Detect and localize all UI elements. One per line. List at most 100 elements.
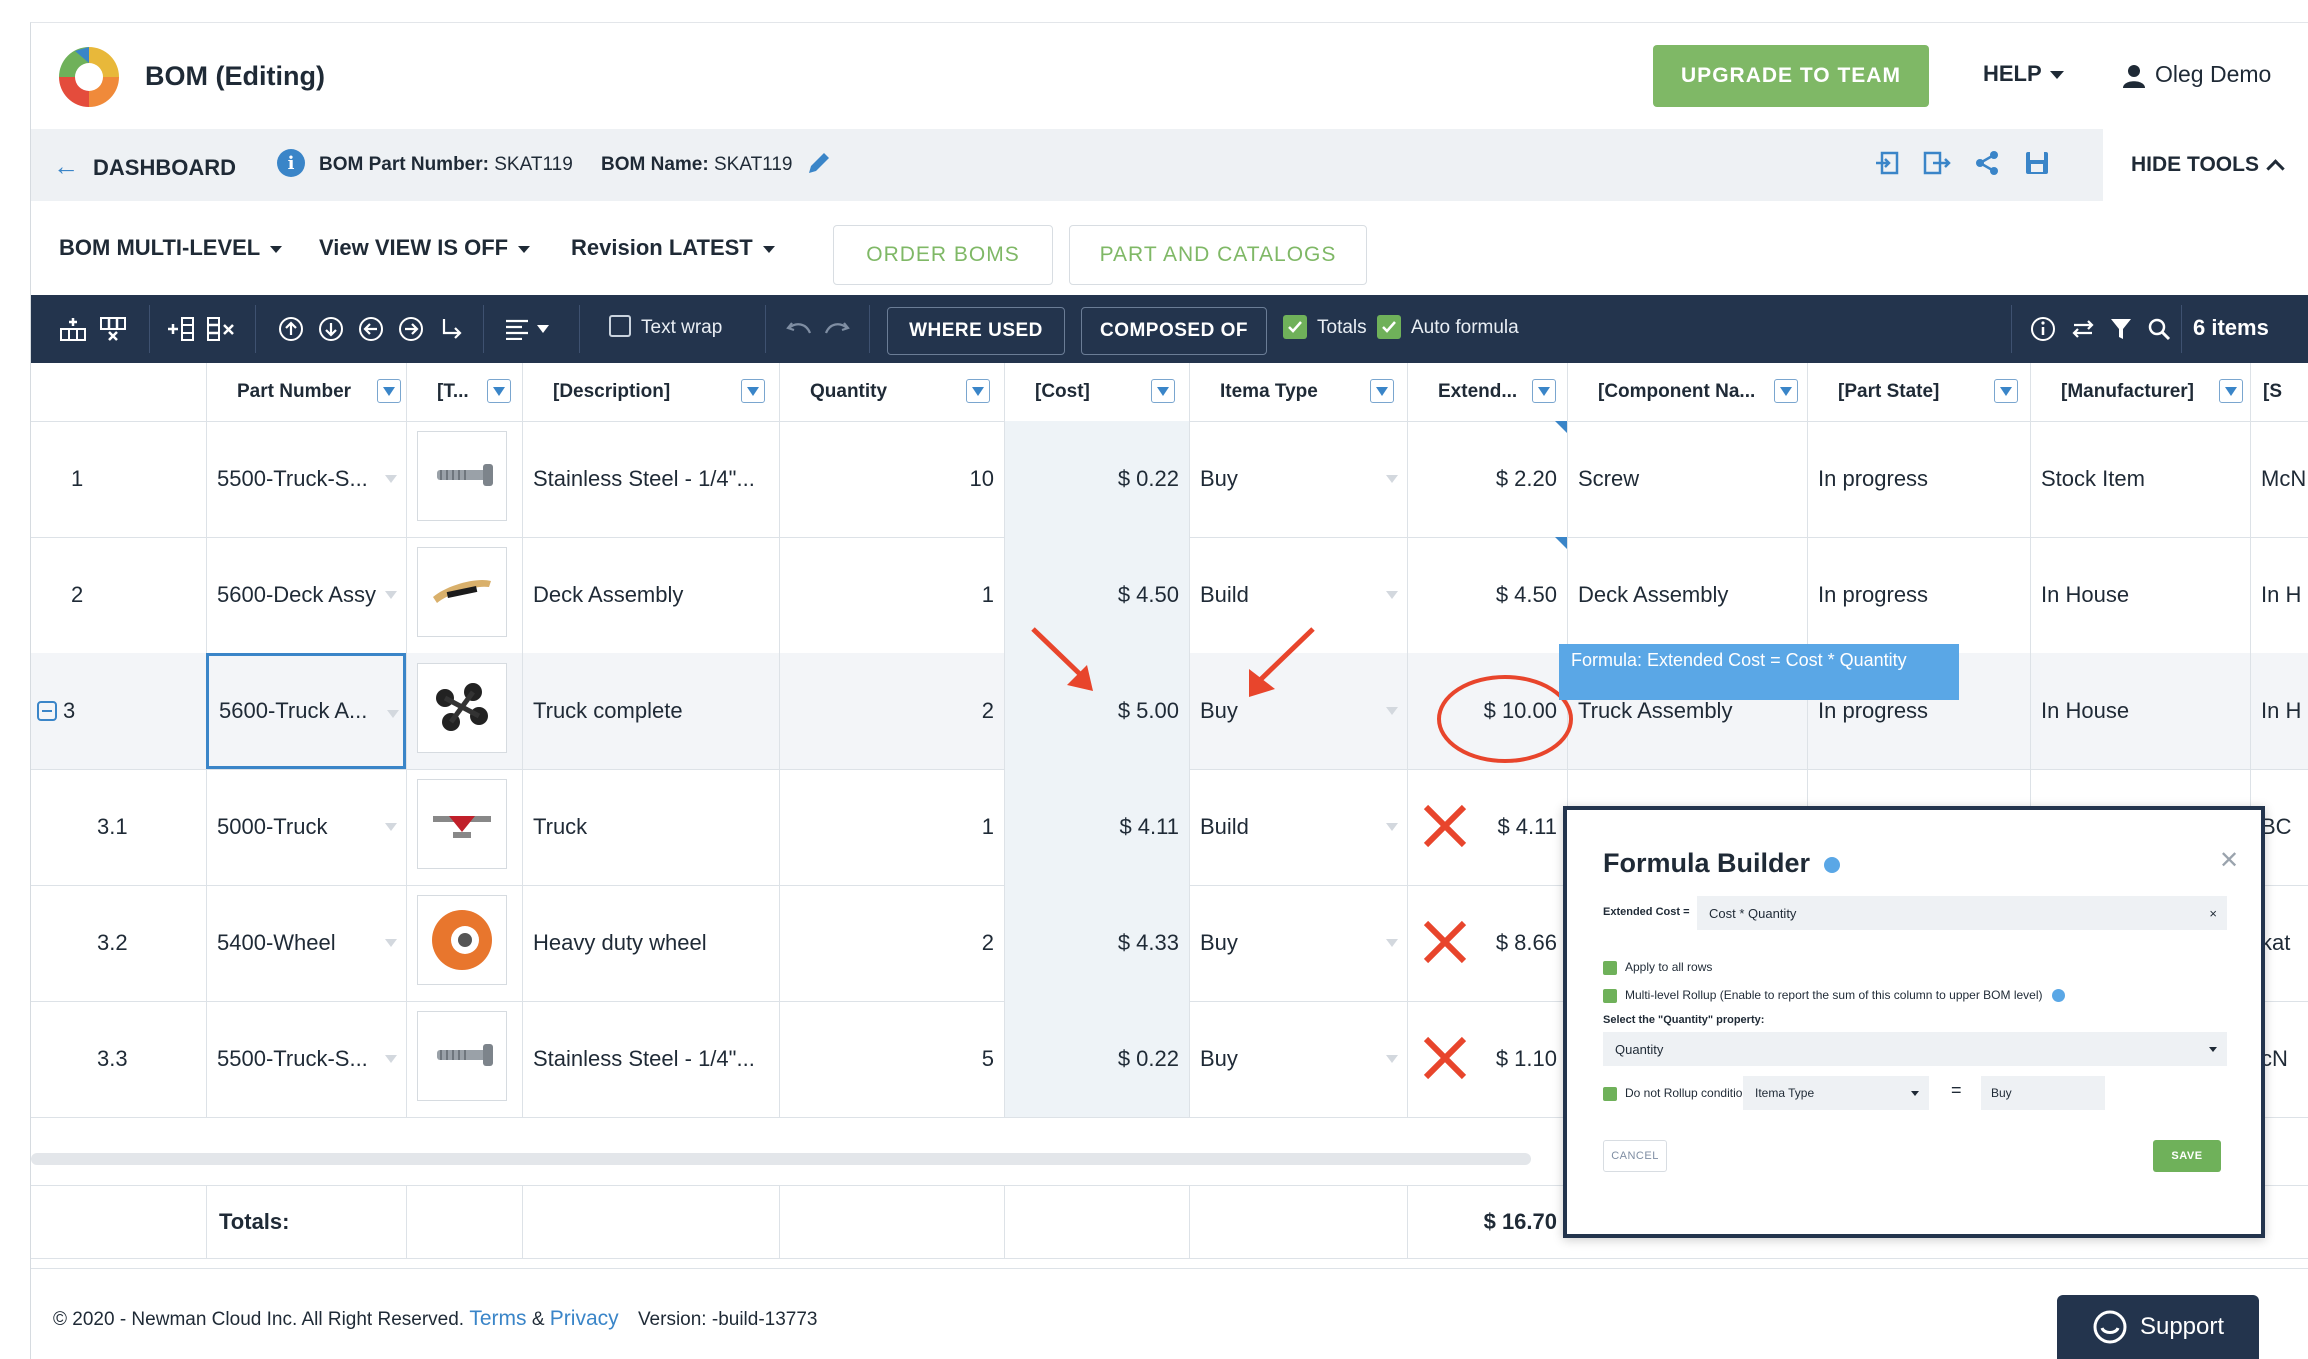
collapse-icon[interactable] [37,701,57,721]
move-down-icon[interactable] [315,313,347,345]
extended-cost-cell[interactable]: $ 2.20 [1407,421,1567,537]
where-used-button[interactable]: WHERE USED [887,307,1065,355]
info-icon[interactable]: i [277,149,305,177]
extended-cost-cell[interactable]: $ 4.50 [1407,537,1567,653]
description-cell[interactable]: Truck [522,769,779,885]
auto-formula-checkbox[interactable] [1377,315,1401,339]
part-catalogs-button[interactable]: PART AND CATALOGS [1069,225,1367,285]
terms-link[interactable]: Terms [469,1307,526,1330]
no-rollup-option[interactable]: Do not Rollup condition [1603,1086,1749,1101]
col-s[interactable]: [S [2250,363,2308,421]
indent-icon[interactable] [395,313,427,345]
row-number-cell[interactable]: 3 [31,653,206,769]
chevron-down-icon[interactable] [385,939,397,947]
description-cell[interactable]: Stainless Steel - 1/4"... [522,421,779,537]
move-up-icon[interactable] [275,313,307,345]
quantity-property-select[interactable]: Quantity [1603,1032,2227,1066]
user-menu[interactable]: Oleg Demo [2123,61,2271,88]
item-type-cell[interactable]: Buy [1189,885,1407,1001]
chevron-down-icon[interactable] [387,710,399,718]
filter-dropdown-icon[interactable] [1370,379,1394,403]
description-cell[interactable]: Deck Assembly [522,537,779,653]
description-cell[interactable]: Heavy duty wheel [522,885,779,1001]
filter-dropdown-icon[interactable] [741,379,765,403]
thumbnail-cell[interactable] [406,1001,522,1117]
info-icon[interactable] [2027,313,2059,345]
apply-all-checkbox[interactable] [1603,960,1617,975]
composed-of-button[interactable]: COMPOSED OF [1081,307,1267,355]
apply-all-option[interactable]: Apply to all rows [1603,960,1712,975]
extended-cost-cell[interactable]: $ 1.10 [1407,1001,1567,1117]
chevron-down-icon[interactable] [1386,939,1398,947]
row-number-cell[interactable]: 1 [31,421,206,537]
add-row-icon[interactable] [57,313,89,345]
text-wrap-checkbox[interactable] [609,315,631,337]
order-boms-button[interactable]: ORDER BOMS [833,225,1053,285]
thumbnail-cell[interactable] [406,885,522,1001]
part-thumbnail[interactable] [417,1011,507,1101]
part-thumbnail[interactable] [417,895,507,985]
row-number-cell[interactable]: 3.3 [31,1001,206,1117]
extended-cost-cell[interactable]: $ 8.66 [1407,885,1567,1001]
s-cell[interactable]: McN [2250,421,2308,537]
col-cost[interactable]: [Cost] [1004,363,1189,421]
cost-cell[interactable]: $ 0.22 [1004,421,1189,537]
col-part-number[interactable]: Part Number [206,363,406,421]
chevron-down-icon[interactable] [385,591,397,599]
cost-cell[interactable]: $ 4.33 [1004,885,1189,1001]
item-type-cell[interactable]: Buy [1189,421,1407,537]
share-icon[interactable] [1971,147,2003,179]
filter-dropdown-icon[interactable] [377,379,401,403]
chevron-down-icon[interactable] [1386,823,1398,831]
col-quantity[interactable]: Quantity [779,363,1004,421]
pencil-icon[interactable] [805,149,833,177]
thumbnail-cell[interactable] [406,537,522,653]
info-icon[interactable] [2051,989,2065,1003]
item-type-cell[interactable]: Build [1189,769,1407,885]
s-cell[interactable]: In H [2250,653,2308,769]
save-button[interactable]: SAVE [2153,1140,2221,1172]
search-icon[interactable] [2143,313,2175,345]
chevron-down-icon[interactable] [385,823,397,831]
col-extended-cost[interactable]: Extend... [1407,363,1567,421]
chevron-down-icon[interactable] [1386,1055,1398,1063]
part-number-cell[interactable]: 5600-Deck Assy [206,537,406,653]
chevron-down-icon[interactable] [533,313,553,345]
part-state-cell[interactable]: In progress [1807,537,2030,653]
support-button[interactable]: Support [2057,1295,2259,1359]
rollup-checkbox[interactable] [1603,988,1617,1003]
bom-type-dropdown[interactable]: BOM MULTI-LEVEL [59,235,283,261]
chevron-down-icon[interactable] [385,1055,397,1063]
redo-icon[interactable] [821,313,853,345]
col-part-state[interactable]: [Part State] [1807,363,2030,421]
col-component-name[interactable]: [Component Na... [1567,363,1807,421]
component-name-cell[interactable]: Deck Assembly [1567,537,1807,653]
quantity-cell[interactable]: 5 [779,1001,1004,1117]
condition-field-select[interactable]: Itema Type [1743,1076,1929,1110]
col-item-type[interactable]: Itema Type [1189,363,1407,421]
info-icon[interactable] [1823,856,1840,873]
description-cell[interactable]: Truck complete [522,653,779,769]
chevron-down-icon[interactable] [385,475,397,483]
filter-dropdown-icon[interactable] [1532,379,1556,403]
item-type-cell[interactable]: Buy [1189,1001,1407,1117]
condition-value-input[interactable]: Buy [1981,1076,2105,1110]
revision-dropdown[interactable]: Revision LATEST [571,235,775,261]
cost-cell[interactable]: $ 4.11 [1004,769,1189,885]
close-icon[interactable]: ✕ [2219,846,2239,875]
filter-dropdown-icon[interactable] [1774,379,1798,403]
row-number-cell[interactable]: 2 [31,537,206,653]
child-row-icon[interactable] [435,313,467,345]
clear-icon[interactable]: × [2209,906,2217,921]
row-number-cell[interactable]: 3.1 [31,769,206,885]
part-number-cell[interactable]: 5500-Truck-S... [206,1001,406,1117]
filter-dropdown-icon[interactable] [2219,379,2243,403]
upgrade-button[interactable]: UPGRADE TO TEAM [1653,45,1929,107]
component-name-cell[interactable]: Screw [1567,421,1807,537]
totals-checkbox[interactable] [1283,315,1307,339]
thumbnail-cell[interactable] [406,653,522,769]
no-rollup-checkbox[interactable] [1603,1086,1617,1101]
thumbnail-cell[interactable] [406,769,522,885]
col-thumbnail[interactable]: [T... [406,363,522,421]
hide-tools-button[interactable]: HIDE TOOLS [2103,129,2308,201]
